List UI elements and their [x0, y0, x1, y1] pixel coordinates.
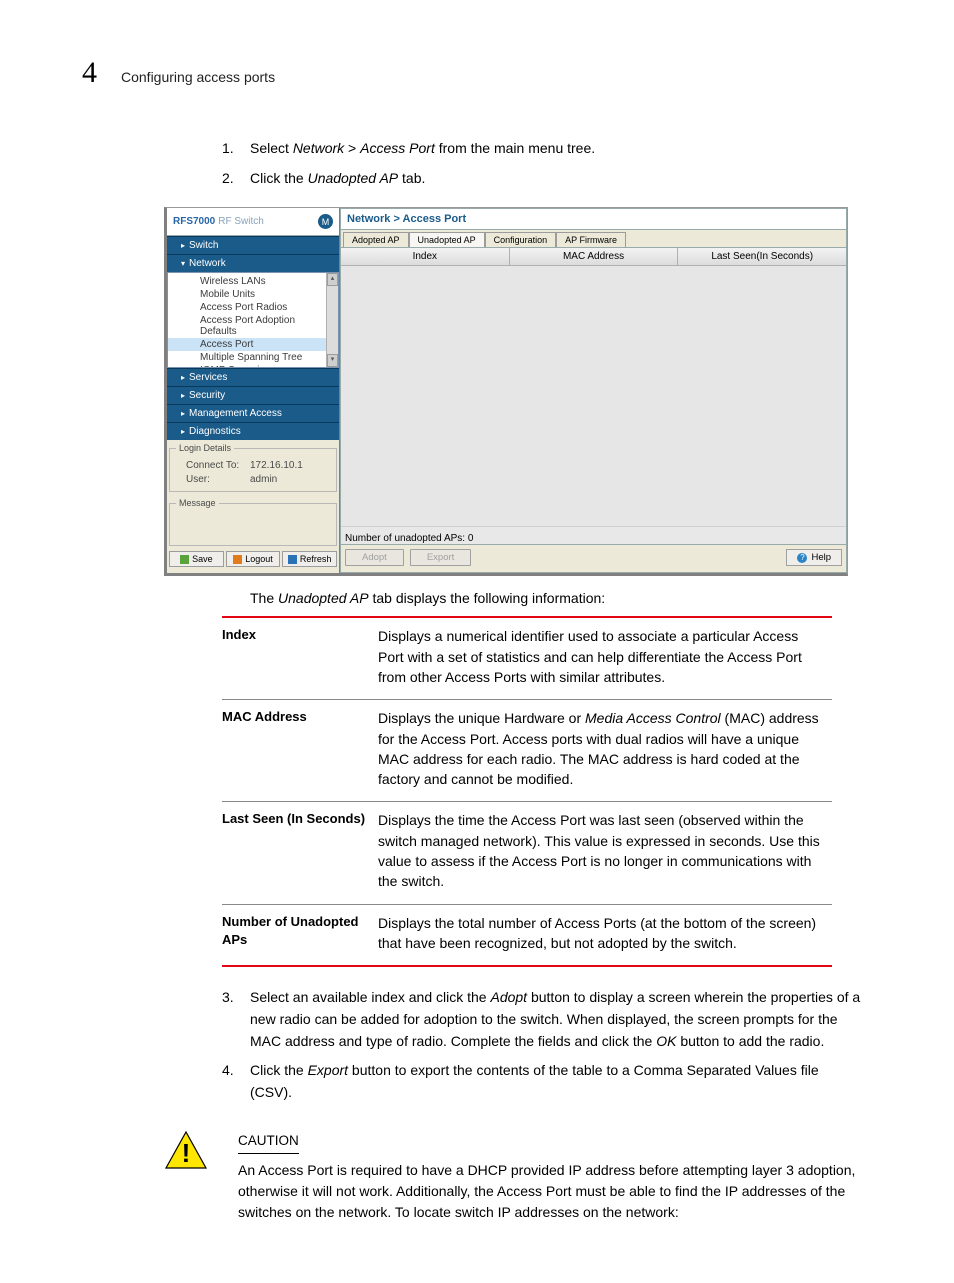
- message-legend: Message: [176, 498, 219, 508]
- nav-network[interactable]: ▾Network: [167, 254, 339, 272]
- table-row: IndexDisplays a numerical identifier use…: [222, 617, 832, 699]
- tree-item[interactable]: Mobile Units: [168, 288, 338, 301]
- field-name: MAC Address: [222, 700, 378, 802]
- tree-node-icon: [186, 291, 196, 299]
- user-label: User:: [186, 474, 250, 485]
- field-name: Number of Unadopted APs: [222, 904, 378, 966]
- main-pane: Network > Access Port Adopted APUnadopte…: [340, 208, 847, 573]
- chevron-right-icon: ▸: [181, 241, 185, 250]
- tab[interactable]: Adopted AP: [343, 232, 409, 247]
- nav-switch[interactable]: ▸Switch: [167, 236, 339, 254]
- save-button[interactable]: Save: [169, 551, 224, 567]
- logout-icon: [233, 555, 242, 564]
- logout-button[interactable]: Logout: [226, 551, 281, 567]
- caution-text: An Access Port is required to have a DHC…: [238, 1162, 855, 1220]
- tree-node-icon: [186, 304, 196, 312]
- field-desc: Displays the time the Access Port was la…: [378, 802, 832, 904]
- save-icon: [180, 555, 189, 564]
- tab[interactable]: Unadopted AP: [409, 232, 485, 247]
- tree-node-icon: [186, 322, 196, 330]
- scroll-down-icon[interactable]: ▾: [327, 354, 338, 367]
- tree-item[interactable]: IGMP Snooping: [168, 364, 338, 368]
- tab[interactable]: AP Firmware: [556, 232, 626, 247]
- chapter-number: 4: [82, 56, 97, 90]
- steps-list-2: 3.Select an available index and click th…: [222, 987, 862, 1103]
- steps-list-1: 1.Select Network > Access Port from the …: [222, 138, 862, 189]
- field-desc: Displays the unique Hardware or Media Ac…: [378, 700, 832, 802]
- page-header: 4 Configuring access ports: [82, 56, 862, 90]
- tree-item[interactable]: Access Port Radios: [168, 301, 338, 314]
- svg-text:!: !: [182, 1138, 191, 1168]
- login-details-box: Login Details Connect To: 172.16.10.1 Us…: [169, 443, 337, 492]
- breadcrumb: Network > Access Port: [340, 208, 847, 229]
- col-mac[interactable]: MAC Address: [510, 248, 679, 265]
- col-lastseen[interactable]: Last Seen(In Seconds): [678, 248, 846, 265]
- chevron-right-icon: ▸: [181, 373, 185, 382]
- field-name: Last Seen (In Seconds): [222, 802, 378, 904]
- grid-body[interactable]: [341, 266, 846, 526]
- step: 4.Click the Export button to export the …: [222, 1060, 862, 1103]
- nav-security[interactable]: ▸Security: [167, 386, 339, 404]
- help-button[interactable]: ? Help: [786, 549, 842, 566]
- step: 2.Click the Unadopted AP tab.: [222, 168, 862, 190]
- caution-icon: !: [164, 1130, 208, 1173]
- chapter-title: Configuring access ports: [121, 69, 275, 85]
- nav-diagnostics[interactable]: ▸Diagnostics: [167, 422, 339, 440]
- field-name: Index: [222, 617, 378, 699]
- chevron-right-icon: ▸: [181, 409, 185, 418]
- tab-bar: Adopted APUnadopted APConfigurationAP Fi…: [340, 229, 847, 247]
- caution-heading: CAUTION: [238, 1131, 299, 1154]
- product-title-bar: RFS7000 RF Switch M: [167, 208, 339, 236]
- tree-scrollbar[interactable]: ▴ ▾: [326, 273, 338, 367]
- adopt-button[interactable]: Adopt: [345, 549, 404, 566]
- nav-management[interactable]: ▸Management Access: [167, 404, 339, 422]
- connect-to-value: 172.16.10.1: [250, 460, 303, 471]
- sidebar: RFS7000 RF Switch M ▸Switch ▾Network Wir…: [167, 208, 340, 573]
- tree-node-icon: [186, 354, 196, 362]
- chevron-right-icon: ▸: [181, 391, 185, 400]
- tab[interactable]: Configuration: [485, 232, 557, 247]
- refresh-button[interactable]: Refresh: [282, 551, 337, 567]
- login-legend: Login Details: [176, 443, 234, 453]
- status-line: Number of unadopted APs: 0: [341, 526, 846, 546]
- field-desc: Displays the total number of Access Port…: [378, 904, 832, 966]
- tree-item[interactable]: Access Port Adoption Defaults: [168, 314, 338, 338]
- col-index[interactable]: Index: [341, 248, 510, 265]
- message-box: Message: [169, 498, 337, 546]
- field-description-table: IndexDisplays a numerical identifier use…: [222, 616, 832, 967]
- nav-services[interactable]: ▸Services: [167, 368, 339, 386]
- refresh-icon: [288, 555, 297, 564]
- tree-node-icon: [186, 367, 196, 369]
- caution-block: ! CAUTION An Access Port is required to …: [164, 1130, 862, 1223]
- brand-logo: M: [318, 214, 333, 229]
- connect-to-label: Connect To:: [186, 460, 250, 471]
- export-button[interactable]: Export: [410, 549, 471, 566]
- grid: Index MAC Address Last Seen(In Seconds) …: [340, 247, 847, 545]
- tree-item[interactable]: Access Port: [168, 338, 338, 351]
- nav-tree: Wireless LANsMobile UnitsAccess Port Rad…: [167, 272, 339, 368]
- desc-intro: The Unadopted AP tab displays the follow…: [250, 590, 862, 606]
- help-icon: ?: [797, 553, 807, 563]
- tree-node-icon: [186, 278, 196, 286]
- product-name: RFS7000: [173, 216, 215, 227]
- chevron-right-icon: ▸: [181, 427, 185, 436]
- tree-item[interactable]: Wireless LANs: [168, 275, 338, 288]
- table-row: Last Seen (In Seconds)Displays the time …: [222, 802, 832, 904]
- user-value: admin: [250, 474, 277, 485]
- step: 3.Select an available index and click th…: [222, 987, 862, 1052]
- table-row: MAC AddressDisplays the unique Hardware …: [222, 700, 832, 802]
- tree-node-icon: [186, 341, 196, 349]
- step: 1.Select Network > Access Port from the …: [222, 138, 862, 160]
- screenshot-panel: RFS7000 RF Switch M ▸Switch ▾Network Wir…: [164, 207, 848, 576]
- scroll-up-icon[interactable]: ▴: [327, 273, 338, 286]
- table-row: Number of Unadopted APsDisplays the tota…: [222, 904, 832, 966]
- field-desc: Displays a numerical identifier used to …: [378, 617, 832, 699]
- product-subtitle: RF Switch: [218, 216, 264, 227]
- tree-item[interactable]: Multiple Spanning Tree: [168, 351, 338, 364]
- chevron-down-icon: ▾: [181, 259, 185, 268]
